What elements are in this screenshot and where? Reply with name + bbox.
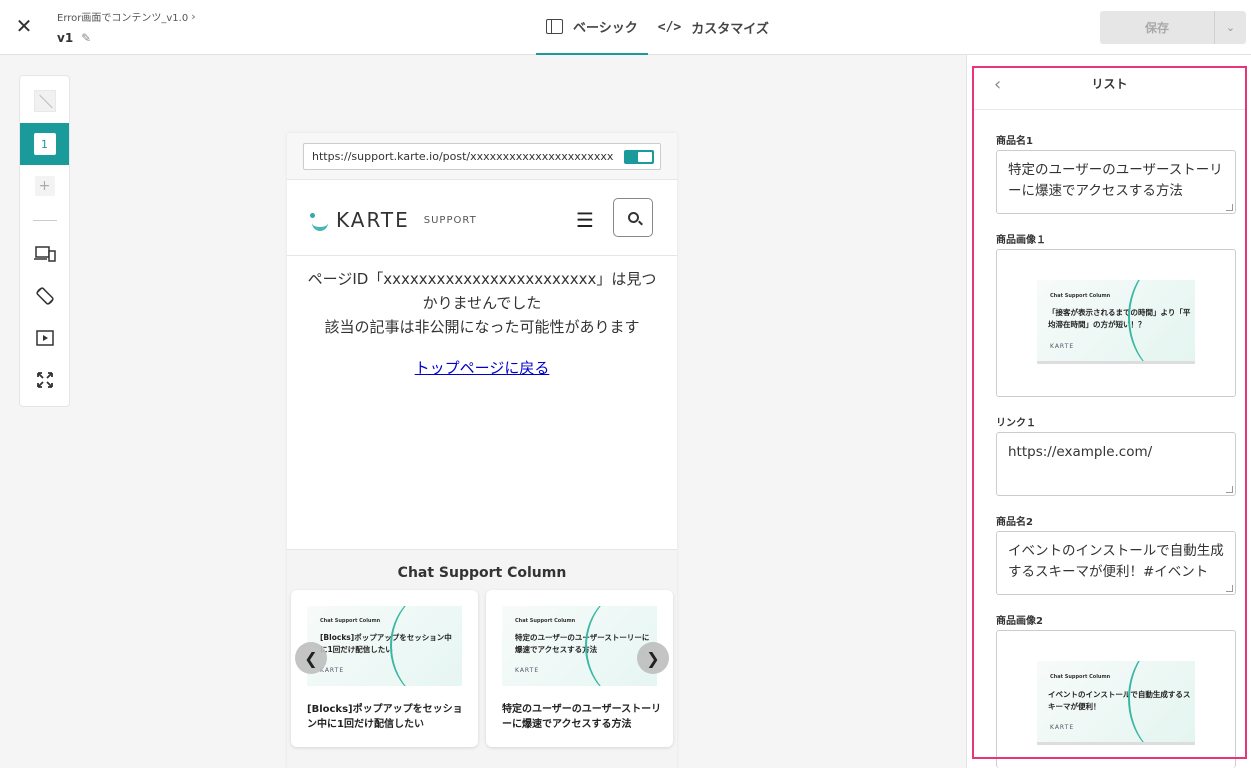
search-icon [627, 212, 639, 223]
save-button[interactable]: 保存 [1100, 11, 1214, 44]
name1-textarea[interactable]: 特定のユーザーのユーザーストーリーに爆速でアクセスする方法 [996, 150, 1236, 214]
top-page-link[interactable]: トップページに戻る [287, 357, 677, 378]
url-text: https://support.karte.io/post/xxxxxxxxxx… [312, 150, 614, 163]
hamburger-menu-icon[interactable]: ☰ [576, 208, 594, 232]
tab-basic-label: ベーシック [573, 21, 638, 36]
column-title: Chat Support Column [397, 565, 567, 581]
close-icon[interactable]: ✕ [13, 15, 35, 37]
page-1-button[interactable]: 1 [20, 123, 69, 165]
image2-thumbnail: Chat Support Column イベントのインストールで自動生成するスキ… [1037, 661, 1195, 745]
code-icon: </> [657, 20, 682, 35]
page-number: 1 [33, 133, 56, 155]
link1-value: https://example.com/ [1008, 444, 1153, 460]
plus-icon: + [34, 176, 55, 196]
url-toggle[interactable] [624, 150, 654, 164]
card-image: Chat Support Column 特定のユーザーのユーザーストーリーに爆速… [502, 606, 657, 686]
chevron-down-icon[interactable]: ⌄ [1214, 11, 1246, 44]
card-title: [Blocks]ポップアップをセッション中に1回だけ配信したい [307, 704, 463, 730]
save-group: 保存 ⌄ [1100, 11, 1246, 44]
card-image-heading: 特定のユーザーのユーザーストーリーに爆速でアクセスする方法 [515, 633, 650, 654]
thumb-logo: KARTE [1050, 724, 1075, 731]
logo-subtext: SUPPORT [423, 214, 477, 226]
chevron-right-icon: › [191, 10, 196, 23]
image2-label: 商品画像2 [996, 616, 1043, 627]
panel-title: リスト [1091, 77, 1128, 91]
karte-logo-icon [310, 213, 330, 231]
pencil-icon[interactable]: ✎ [81, 31, 91, 45]
thumb-label: Chat Support Column [1050, 293, 1111, 299]
site-header: KARTE SUPPORT ☰ [287, 180, 677, 256]
card-image-heading: [Blocks]ポップアップをセッション中に1回だけ配信したい [320, 633, 452, 654]
breadcrumb-label: Error画面でコンテンツ_v1.0 [57, 13, 189, 24]
thumb-logo: KARTE [1050, 343, 1075, 350]
name2-value: イベントのインストールで自動生成するスキーマが便利！#イベント [1008, 543, 1224, 580]
preview-frame: https://support.karte.io/post/xxxxxxxxxx… [287, 133, 677, 768]
rotate-icon [35, 287, 54, 305]
thumb-label: Chat Support Column [1050, 674, 1111, 680]
thumb-heading: イベントのインストールで自動生成するスキーマが便利！ [1048, 690, 1191, 711]
expand-icon [36, 372, 53, 388]
resize-handle-icon[interactable] [1226, 585, 1233, 592]
name1-value: 特定のユーザーのユーザーストーリーに爆速でアクセスする方法 [1008, 162, 1223, 199]
image1-thumbnail: Chat Support Column 「接客が表示されるまでの時間」より「平均… [1037, 280, 1195, 364]
card-image: Chat Support Column [Blocks]ポップアップをセッション… [307, 606, 462, 686]
mode-tabs: ベーシック </> カスタマイズ [536, 0, 779, 55]
image1-label: 商品画像１ [996, 235, 1046, 246]
carousel-prev-arrow-icon[interactable]: ❮ [295, 642, 327, 674]
search-button[interactable] [613, 198, 653, 237]
url-bar: https://support.karte.io/post/xxxxxxxxxx… [287, 133, 677, 180]
play-icon [35, 330, 54, 346]
error-message: ページID「xxxxxxxxxxxxxxxxxxxxxxxx」は見つかりませんで… [301, 267, 663, 339]
version-row: v1 ✎ [57, 31, 196, 45]
name2-label: 商品名2 [996, 517, 1033, 528]
fullscreen-button[interactable] [20, 359, 69, 401]
title-block: Error画面でコンテンツ_v1.0 › v1 ✎ [57, 9, 196, 45]
rotate-button[interactable] [20, 275, 69, 317]
card-title: 特定のユーザーのユーザーストーリーに爆速でアクセスする方法 [502, 704, 662, 730]
karte-logo[interactable]: KARTE SUPPORT [310, 208, 477, 232]
url-input[interactable]: https://support.karte.io/post/xxxxxxxxxx… [303, 143, 661, 170]
slash-icon [33, 90, 56, 112]
card-image-logo: KARTE [515, 667, 540, 674]
logo-text: KARTE [336, 208, 410, 232]
error-line-2: 該当の記事は非公開になった可能性があります [324, 318, 640, 336]
name1-label: 商品名1 [996, 136, 1033, 147]
error-line-1: ページID「xxxxxxxxxxxxxxxxxxxxxxxx」は見つかりませんで… [307, 270, 657, 312]
panel-header: ‹ リスト [974, 68, 1245, 110]
tab-basic[interactable]: ベーシック [536, 0, 648, 55]
link1-textarea[interactable]: https://example.com/ [996, 432, 1236, 496]
breadcrumb[interactable]: Error画面でコンテンツ_v1.0 › [57, 9, 196, 24]
resize-handle-icon[interactable] [1226, 486, 1233, 493]
thumb-heading: 「接客が表示されるまでの時間」より「平均滞在時間」の方が短い！？ [1048, 308, 1191, 329]
top-bar: ✕ Error画面でコンテンツ_v1.0 › v1 ✎ ベーシック </> カス… [0, 0, 1251, 55]
tab-customize-label: カスタマイズ [691, 22, 769, 37]
version-label: v1 [57, 31, 74, 45]
no-page-button[interactable] [20, 80, 69, 122]
book-icon [546, 19, 563, 34]
left-toolbar: 1 + [19, 75, 70, 407]
card-image-logo: KARTE [320, 667, 345, 674]
devices-icon [33, 246, 56, 262]
column-section: Chat Support Column Chat Support Column … [287, 549, 677, 768]
device-button[interactable] [20, 233, 69, 275]
toolbar-divider [33, 220, 57, 221]
image2-upload[interactable]: Chat Support Column イベントのインストールで自動生成するスキ… [996, 630, 1236, 768]
add-page-button[interactable]: + [20, 165, 69, 207]
tab-customize[interactable]: </> カスタマイズ [648, 0, 779, 55]
image1-upload[interactable]: Chat Support Column 「接客が表示されるまでの時間」より「平均… [996, 249, 1236, 397]
resize-handle-icon[interactable] [1226, 204, 1233, 211]
link1-label: リンク１ [996, 418, 1036, 429]
preview-play-button[interactable] [20, 317, 69, 359]
card-image-label: Chat Support Column [320, 618, 381, 624]
carousel-next-arrow-icon[interactable]: ❯ [637, 642, 669, 674]
card-image-label: Chat Support Column [515, 618, 576, 624]
name2-textarea[interactable]: イベントのインストールで自動生成するスキーマが便利！#イベント [996, 531, 1236, 595]
